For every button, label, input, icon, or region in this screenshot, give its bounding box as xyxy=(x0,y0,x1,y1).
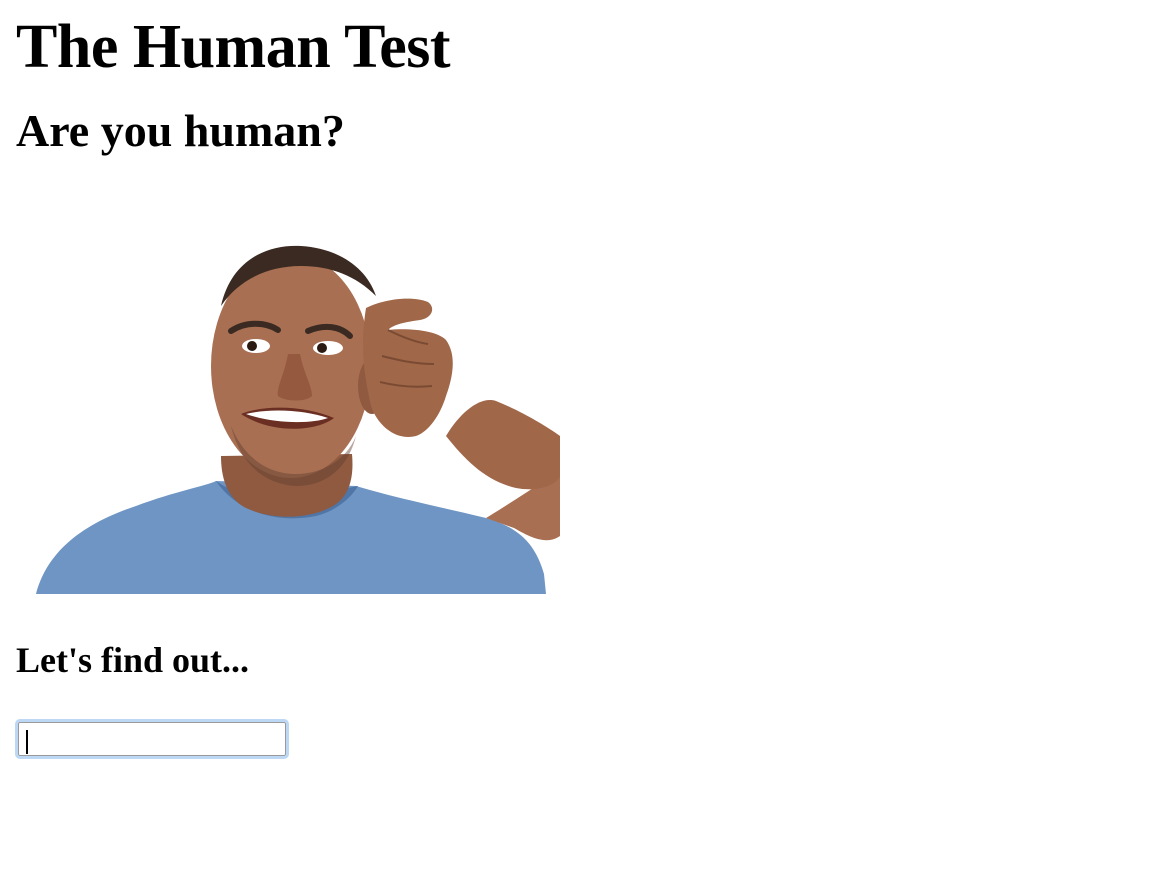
confused-man-photo xyxy=(16,236,560,594)
text-caret xyxy=(26,730,28,754)
answer-input[interactable] xyxy=(15,719,289,759)
find-out-prompt: Let's find out... xyxy=(16,640,250,680)
page-subtitle: Are you human? xyxy=(16,105,345,156)
page-title: The Human Test xyxy=(16,13,451,81)
page-content: The Human Test Are you human? Let's find… xyxy=(15,0,1152,759)
